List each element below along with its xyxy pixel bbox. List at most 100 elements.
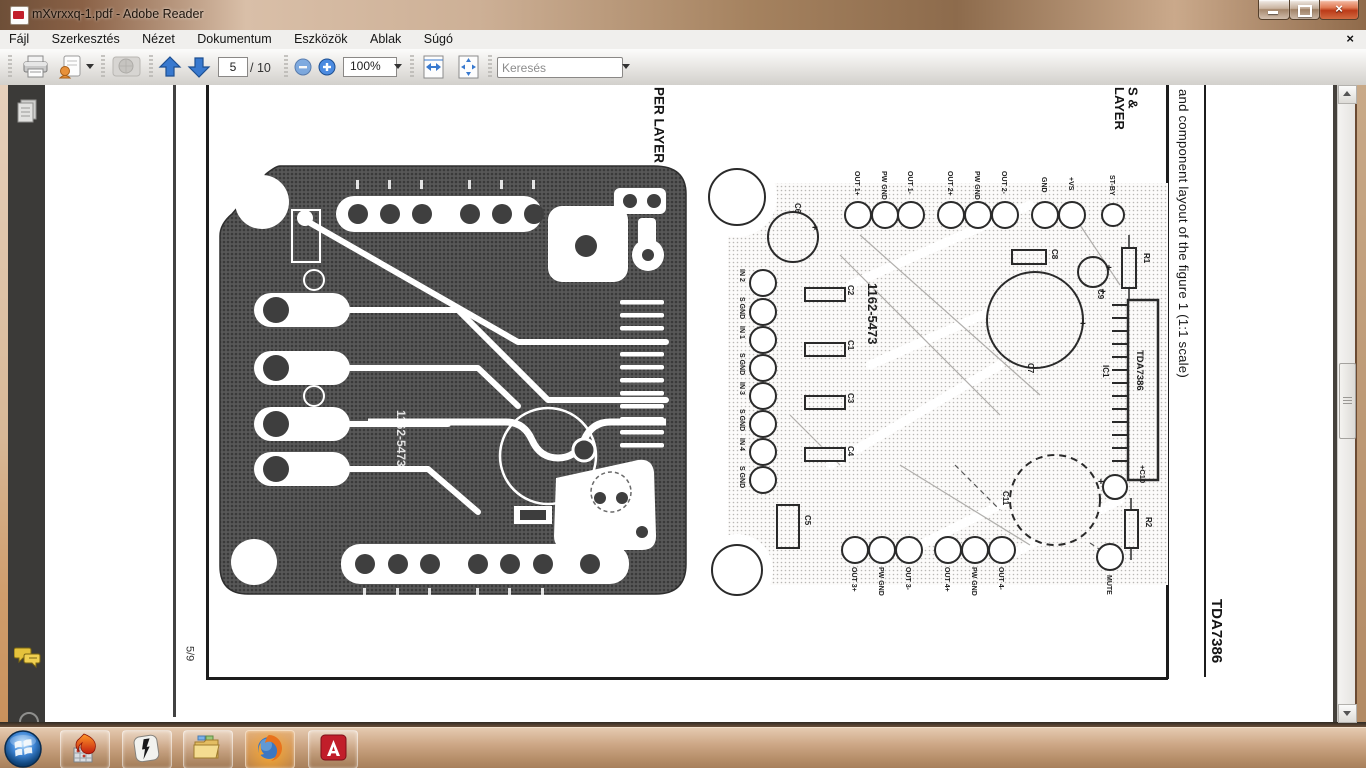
toolbar-separator bbox=[410, 55, 414, 79]
pad-label: OUT 1+ bbox=[853, 171, 860, 196]
taskbar-button-adobe-reader[interactable] bbox=[308, 730, 358, 768]
component-layer-caption: S & LAYER bbox=[1111, 87, 1141, 130]
scroll-down-button[interactable] bbox=[1338, 704, 1357, 723]
toolbar: / 10 100% bbox=[0, 49, 1366, 86]
board-number-label: 1162-5473 bbox=[865, 283, 880, 344]
polarity-plus: + bbox=[1106, 263, 1112, 274]
menu-edit[interactable]: Szerkesztés bbox=[43, 30, 129, 46]
previous-page-button[interactable] bbox=[158, 55, 183, 79]
pad-label: OUT 1- bbox=[906, 171, 913, 195]
copper-layer-pcb: 1162-5473 bbox=[219, 165, 687, 596]
scroll-down-icon bbox=[1343, 711, 1351, 716]
copper-board: 1162-5473 bbox=[219, 165, 687, 596]
pad-label: MUTE bbox=[1105, 575, 1112, 595]
pad-label: GND bbox=[1040, 177, 1047, 193]
search-input[interactable] bbox=[497, 57, 623, 78]
start-button[interactable] bbox=[3, 729, 43, 768]
comments-panel-icon[interactable] bbox=[14, 645, 42, 669]
menu-tools[interactable]: Eszközök bbox=[285, 30, 357, 46]
polarity-plus: + bbox=[1080, 319, 1086, 330]
zoom-in-button[interactable] bbox=[317, 57, 337, 77]
footer-rule bbox=[1204, 85, 1206, 677]
pad-label: S GND bbox=[738, 409, 745, 431]
toolbar-separator bbox=[284, 55, 288, 79]
component-board: OUT 1+ PW GND OUT 1- OUT 2+ PW GND OUT 2… bbox=[700, 165, 1168, 598]
share-document-button[interactable] bbox=[58, 54, 84, 80]
pad-label: S GND bbox=[738, 466, 745, 488]
pad-label: OUT 3- bbox=[904, 567, 911, 591]
menubar-close-icon[interactable]: × bbox=[1346, 31, 1354, 46]
pad-label: OUT 2- bbox=[1000, 171, 1007, 195]
ref-label-c1: C1 bbox=[846, 340, 855, 351]
pad-label: IN 4 bbox=[738, 438, 745, 451]
window-frame-right bbox=[1357, 85, 1366, 722]
pad-label: PW GND bbox=[877, 567, 884, 596]
zoom-out-button[interactable] bbox=[293, 57, 313, 77]
minimize-icon bbox=[1268, 11, 1278, 14]
toolbar-grip bbox=[8, 55, 12, 79]
menu-file[interactable]: Fájl bbox=[0, 30, 38, 46]
pad-label: OUT 4- bbox=[997, 567, 1004, 591]
pad-label: ST-BY bbox=[1108, 175, 1115, 196]
menu-view[interactable]: Nézet bbox=[133, 30, 184, 46]
pad-label: OUT 3+ bbox=[850, 567, 857, 592]
vertical-scrollbar[interactable] bbox=[1337, 85, 1357, 723]
menu-window[interactable]: Ablak bbox=[361, 30, 410, 46]
pad-label: PW GND bbox=[970, 567, 977, 596]
share-dropdown-caret[interactable] bbox=[86, 64, 94, 69]
polarity-plus: + bbox=[812, 223, 818, 234]
pad-label: S GND bbox=[738, 353, 745, 375]
minimize-button[interactable] bbox=[1258, 0, 1290, 20]
taskbar-button-nero[interactable] bbox=[60, 730, 110, 768]
pad-label: IN 1 bbox=[738, 326, 745, 339]
component-layout-pcb: OUT 1+ PW GND OUT 1- OUT 2+ PW GND OUT 2… bbox=[700, 165, 1168, 598]
page-number-input[interactable] bbox=[218, 57, 248, 77]
taskbar-button-winamp[interactable] bbox=[122, 730, 172, 768]
toolbar-separator bbox=[149, 55, 153, 79]
fit-width-button[interactable] bbox=[420, 54, 447, 80]
pad-label: OUT 4+ bbox=[943, 567, 950, 592]
scrollbar-thumb[interactable] bbox=[1339, 363, 1356, 439]
print-button[interactable] bbox=[22, 54, 50, 80]
title-bar[interactable]: mXvrxxq-1.pdf - Adobe Reader × bbox=[0, 0, 1366, 31]
polarity-plus: + bbox=[1100, 287, 1106, 298]
ref-label-c3: C3 bbox=[846, 393, 855, 404]
window-frame-left bbox=[0, 85, 8, 722]
screen: mXvrxxq-1.pdf - Adobe Reader × Fájl Szer… bbox=[0, 0, 1366, 768]
scroll-up-button[interactable] bbox=[1338, 85, 1357, 104]
window-title: mXvrxxq-1.pdf - Adobe Reader bbox=[32, 7, 204, 21]
pad-label: IN 2 bbox=[738, 269, 745, 282]
ref-label-c10: +C10 bbox=[1138, 465, 1147, 483]
taskbar-button-explorer[interactable] bbox=[183, 730, 233, 768]
figure-side-caption: and component layout of the figure 1 (1:… bbox=[1175, 89, 1191, 378]
ref-label-c8: C8 bbox=[1050, 249, 1059, 260]
nero-icon bbox=[73, 733, 96, 763]
close-icon: × bbox=[1335, 1, 1343, 16]
zoom-level-value[interactable]: 100% bbox=[343, 57, 397, 77]
toolbar-separator bbox=[101, 55, 105, 79]
pad-label: PW GND bbox=[973, 171, 980, 200]
menu-bar: Fájl Szerkesztés Nézet Dokumentum Eszköz… bbox=[0, 30, 1366, 50]
collaborate-button-disabled bbox=[112, 56, 141, 77]
page-fraction-label: 5/9 bbox=[183, 646, 196, 662]
scroll-up-icon bbox=[1343, 91, 1351, 96]
ref-label-c2: C2 bbox=[846, 285, 855, 296]
pages-panel-icon[interactable] bbox=[15, 98, 40, 125]
maximize-button[interactable] bbox=[1289, 0, 1320, 20]
menu-document[interactable]: Dokumentum bbox=[188, 30, 280, 46]
taskbar: 16:37 2010.12.24. bbox=[0, 727, 1366, 768]
next-page-button[interactable] bbox=[187, 55, 212, 79]
zoom-dropdown-caret[interactable] bbox=[394, 64, 402, 69]
document-right-border bbox=[1333, 85, 1337, 722]
ref-label-c5: C5 bbox=[803, 515, 812, 526]
taskbar-button-firefox[interactable] bbox=[245, 730, 295, 768]
menu-help[interactable]: Súgó bbox=[415, 30, 462, 46]
ref-label-c11: C11 bbox=[1001, 491, 1010, 506]
firefox-icon bbox=[258, 735, 282, 761]
pad-label: PW GND bbox=[880, 171, 887, 200]
page-total-label: / 10 bbox=[250, 61, 271, 75]
search-dropdown-caret[interactable] bbox=[622, 64, 630, 69]
fit-page-button[interactable] bbox=[455, 54, 482, 80]
close-button[interactable]: × bbox=[1319, 0, 1359, 20]
ref-label-c7: C7 bbox=[1026, 363, 1035, 374]
